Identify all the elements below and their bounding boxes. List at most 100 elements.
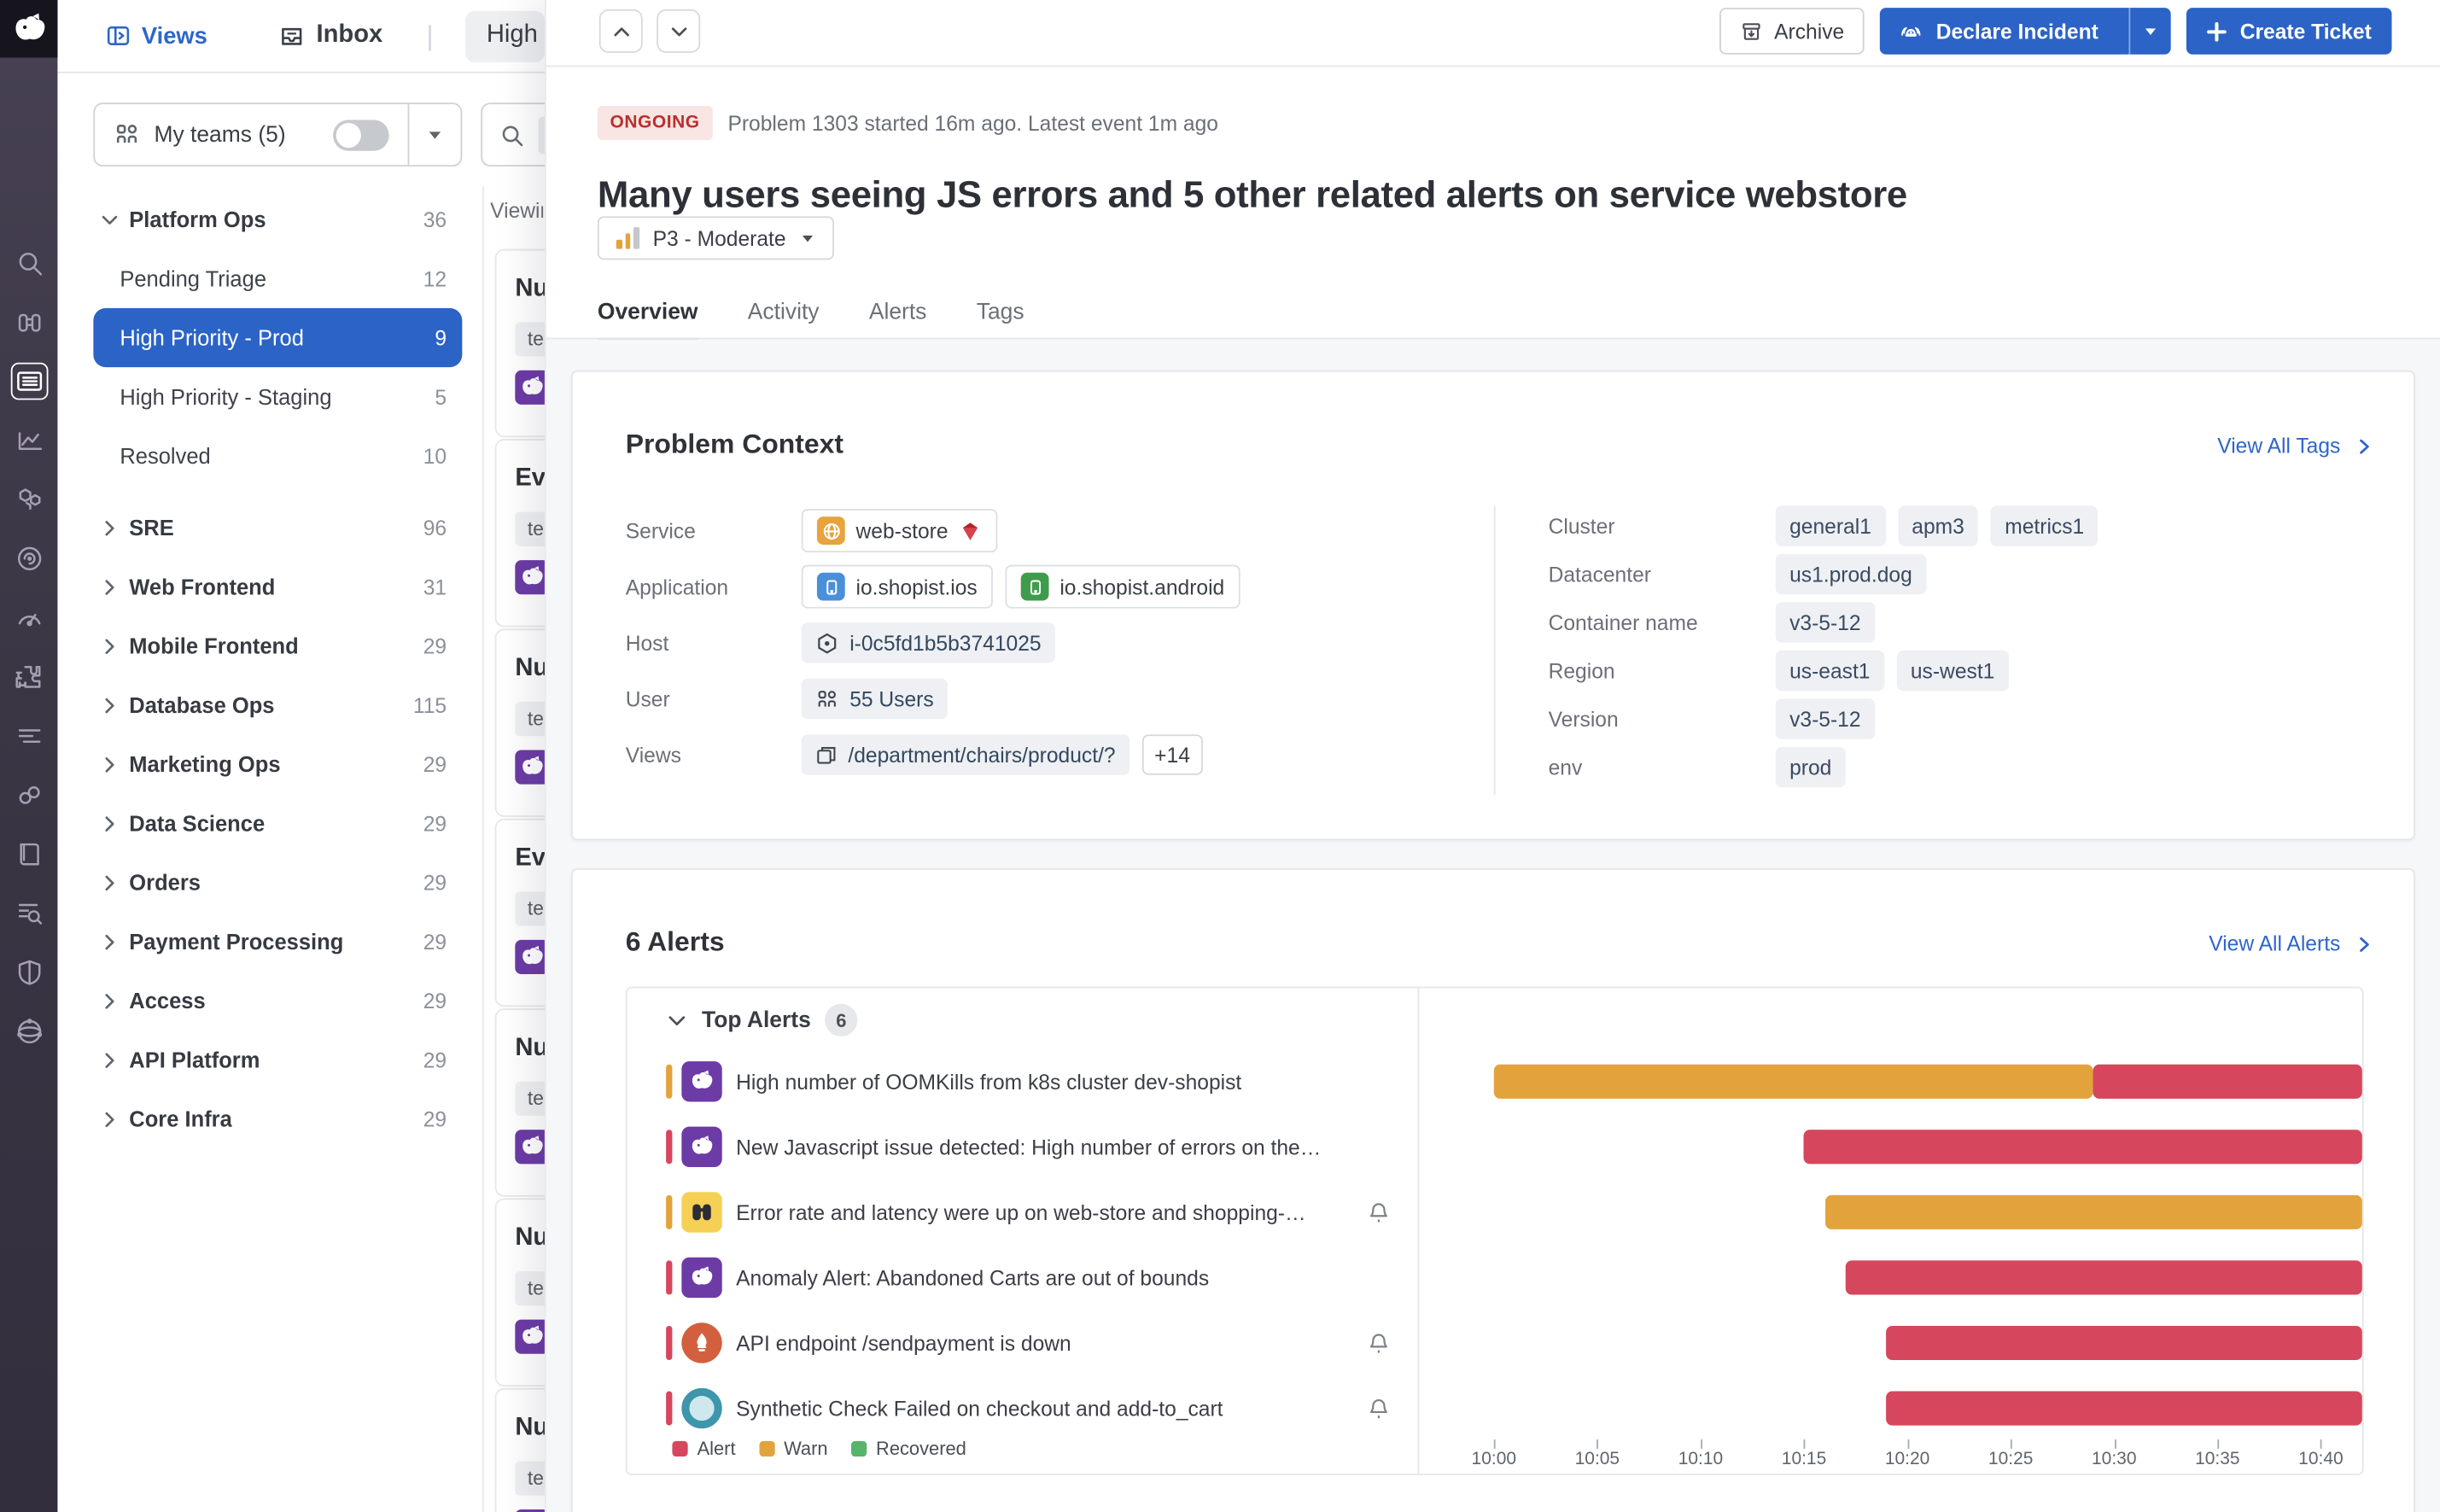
chevron-right-icon (100, 517, 122, 539)
log-explorer-icon[interactable] (10, 895, 48, 932)
views-chip[interactable]: /department/chairs/product/? (802, 734, 1130, 774)
sidebar-item-data-science[interactable]: Data Science29 (93, 794, 462, 853)
tag-chip[interactable]: general1 (1776, 505, 1886, 546)
phone-android-chip[interactable]: io.shopist.android (1006, 565, 1240, 609)
logs-icon[interactable] (10, 717, 48, 755)
alert-bell-button[interactable] (1366, 1330, 1391, 1355)
archive-button[interactable]: Archive (1719, 8, 1865, 55)
view-all-alerts-link[interactable]: View All Alerts (2209, 932, 2373, 955)
watchdog-icon[interactable] (10, 303, 48, 341)
context-label: Region (1549, 659, 1776, 682)
apm-icon[interactable] (10, 540, 48, 577)
alert-row[interactable]: API endpoint /sendpayment is down (628, 1311, 1418, 1376)
tab-open-view[interactable]: High P (464, 10, 545, 61)
siren-icon (1899, 19, 1923, 44)
context-label: Service (626, 519, 802, 542)
users-chip[interactable]: 55 Users (802, 679, 948, 719)
axis-tick (1701, 1439, 1702, 1449)
synthetics-icon[interactable] (10, 1013, 48, 1051)
tab-activity[interactable]: Activity (748, 301, 820, 342)
alert-row[interactable]: Anomaly Alert: Abandoned Carts are out o… (628, 1245, 1418, 1311)
alert-bell-button[interactable] (1366, 1200, 1391, 1224)
sidebar-item-sre[interactable]: SRE96 (93, 498, 462, 557)
view-all-tags-link[interactable]: View All Tags (2217, 435, 2373, 458)
sidebar-item-pending-triage[interactable]: Pending Triage12 (93, 249, 462, 308)
tab-overview[interactable]: Overview (598, 301, 698, 342)
tag-chip[interactable]: us-west1 (1896, 651, 2008, 691)
alert-row[interactable]: Error rate and latency were up on web-st… (628, 1180, 1418, 1246)
chip-label: web-store (855, 519, 948, 542)
context-right-column: Clustergeneral1apm3metrics1Datacenterus1… (1549, 505, 2367, 787)
sidebar-item-orders[interactable]: Orders29 (93, 853, 462, 912)
alert-severity-bar (666, 1326, 672, 1360)
archive-label: Archive (1774, 20, 1844, 43)
sidebar-item-label: Core Infra (129, 1106, 232, 1131)
declare-incident-label: Declare Incident (1936, 20, 2099, 43)
teams-toggle[interactable] (333, 119, 389, 149)
tab-alerts[interactable]: Alerts (869, 301, 927, 342)
phone-ios-chip[interactable]: io.shopist.ios (802, 565, 993, 609)
sidebar-item-mobile-frontend[interactable]: Mobile Frontend29 (93, 616, 462, 675)
create-ticket-button[interactable]: Create Ticket (2187, 8, 2392, 55)
sidebar-item-core-infra[interactable]: Core Infra29 (93, 1089, 462, 1148)
chevron-right-icon (100, 931, 122, 953)
service-globe-chip[interactable]: web-store (802, 509, 998, 552)
infrastructure-icon[interactable] (10, 481, 48, 518)
sidebar-item-count: 29 (423, 634, 447, 657)
tab-inbox[interactable]: Inbox (279, 22, 383, 50)
timeline-axis: 10:0010:0510:1010:1510:2010:2510:3010:35… (1494, 1438, 2362, 1474)
axis-tick-label: 10:05 (1575, 1451, 1620, 1469)
views-panel-icon (106, 23, 131, 48)
notebooks-icon[interactable] (10, 836, 48, 873)
host-chip[interactable]: i-0c5fd1b5b3741025 (802, 622, 1055, 663)
tag-chip[interactable]: v3-5-12 (1776, 602, 1875, 642)
datadog-monitor-icon (518, 563, 546, 592)
declare-incident-caret[interactable] (2129, 8, 2171, 55)
sidebar-item-resolved[interactable]: Resolved10 (93, 426, 462, 485)
security-icon[interactable] (10, 954, 48, 991)
severity-select[interactable]: P3 - Moderate (598, 216, 834, 260)
search-icon[interactable] (10, 244, 48, 282)
tag-chip[interactable]: prod (1776, 747, 1846, 787)
sidebar-item-payment-processing[interactable]: Payment Processing29 (93, 912, 462, 971)
integrations-icon[interactable] (10, 658, 48, 696)
alert-row[interactable]: Synthetic Check Failed on checkout and a… (628, 1375, 1418, 1441)
previous-case-button[interactable] (599, 9, 643, 53)
problem-context-title: Problem Context (626, 428, 843, 460)
tag-chip[interactable]: +14 (1142, 734, 1203, 774)
dashboards-icon[interactable] (10, 422, 48, 459)
alert-bell-button[interactable] (1366, 1396, 1391, 1421)
sidebar-item-high-priority-prod[interactable]: High Priority - Prod9 (93, 308, 462, 367)
sidebar-item-web-frontend[interactable]: Web Frontend31 (93, 558, 462, 616)
sidebar-item-platform-ops[interactable]: Platform Ops36 (93, 190, 462, 248)
teams-caret-button[interactable] (409, 126, 460, 143)
chip-label: general1 (1789, 514, 1871, 537)
ci-cd-icon[interactable] (10, 777, 48, 814)
tag-chip[interactable]: apm3 (1898, 505, 1978, 546)
sidebar-item-marketing-ops[interactable]: Marketing Ops29 (93, 734, 462, 793)
tab-views[interactable]: Views (106, 22, 207, 49)
chevron-down-icon (668, 21, 689, 42)
metrics-icon[interactable] (10, 599, 48, 637)
sidebar-item-high-priority-staging[interactable]: High Priority - Staging5 (93, 367, 462, 426)
my-teams-selector[interactable]: My teams (5) (93, 102, 462, 166)
tag-chip[interactable]: metrics1 (1991, 505, 2099, 546)
tag-chip[interactable]: us-east1 (1776, 651, 1884, 691)
sidebar-item-database-ops[interactable]: Database Ops115 (93, 675, 462, 734)
tab-tags[interactable]: Tags (977, 301, 1024, 342)
tag-chip[interactable]: v3-5-12 (1776, 698, 1875, 738)
next-case-button[interactable] (657, 9, 700, 53)
service-globe-icon (817, 517, 845, 545)
tag-chip[interactable]: us1.prod.dog (1776, 554, 1926, 594)
datadog-logo[interactable] (0, 0, 57, 57)
context-row-version: Versionv3-5-12 (1549, 698, 2367, 738)
sidebar-item-api-platform[interactable]: API Platform29 (93, 1030, 462, 1089)
declare-incident-main[interactable]: Declare Incident (1880, 8, 2117, 55)
case-management-icon[interactable] (10, 363, 48, 400)
context-divider (1494, 505, 1496, 795)
top-alerts-header[interactable]: Top Alerts 6 (666, 1004, 857, 1036)
alert-row[interactable]: High number of OOMKills from k8s cluster… (628, 1048, 1418, 1114)
alert-row[interactable]: New Javascript issue detected: High numb… (628, 1114, 1418, 1180)
product-nav-strip (0, 0, 57, 1512)
sidebar-item-access[interactable]: Access29 (93, 971, 462, 1030)
